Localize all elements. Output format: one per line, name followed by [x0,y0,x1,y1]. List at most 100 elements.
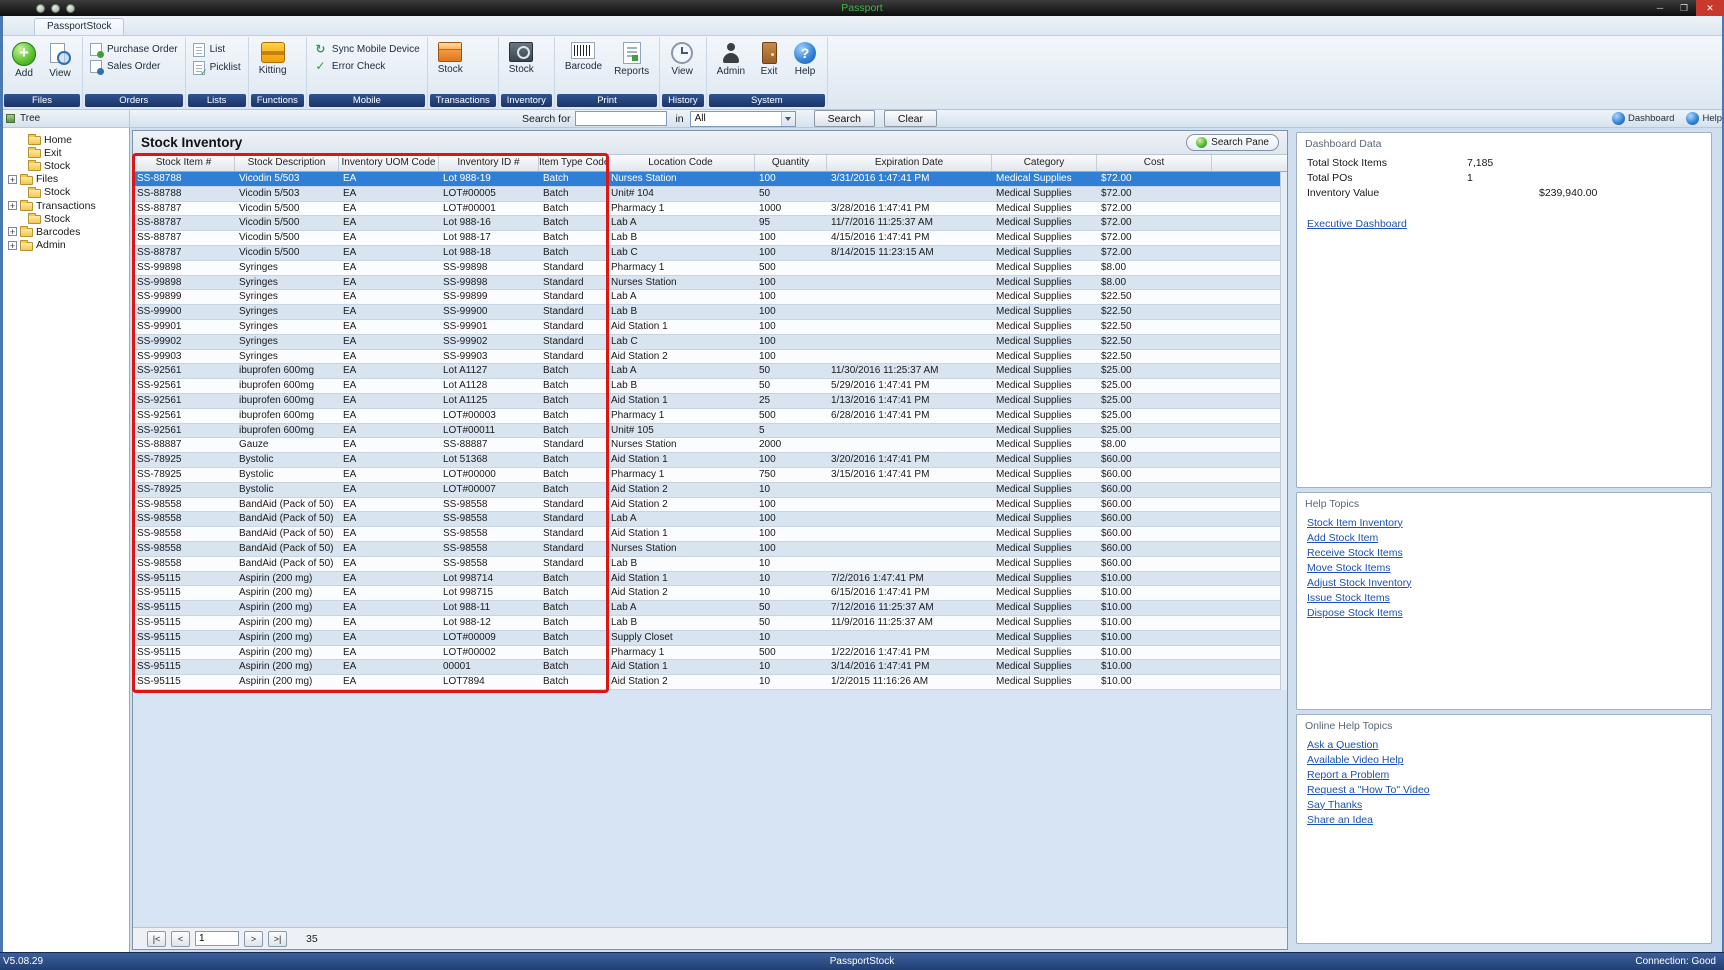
expand-icon[interactable] [8,175,17,184]
help-topic-link-adjust-stock-inventory[interactable]: Adjust Stock Inventory [1297,575,1711,590]
tree-item-stock[interactable]: Stock [0,159,129,172]
tree-item-admin[interactable]: Admin [0,239,129,252]
grid-row[interactable]: SS-92561ibuprofen 600mgEALot A1127BatchL… [133,364,1287,379]
search-input[interactable] [575,111,667,126]
grid-row[interactable]: SS-99898SyringesEASS-99898StandardPharma… [133,261,1287,276]
ribbon-button-reports[interactable]: Reports [609,39,654,78]
ribbon-button-kitting[interactable]: Kitting [254,39,292,77]
help-topic-link-receive-stock-items[interactable]: Receive Stock Items [1297,545,1711,560]
help-topic-link-issue-stock-items[interactable]: Issue Stock Items [1297,590,1711,605]
grid-row[interactable]: SS-78925BystolicEALOT#00000BatchPharmacy… [133,468,1287,483]
online-help-link-share-an-idea[interactable]: Share an Idea [1297,812,1711,827]
online-help-link-available-video-help[interactable]: Available Video Help [1297,752,1711,767]
ribbon-button-admin[interactable]: Admin [712,39,750,78]
ribbon-button-view[interactable]: View [665,39,699,78]
column-header-category[interactable]: Category [992,155,1097,171]
ribbon-button-barcode[interactable]: Barcode [560,39,607,73]
grid-row[interactable]: SS-95115Aspirin (200 mg)EALot 988-12Batc… [133,616,1287,631]
grid-row[interactable]: SS-88887GauzeEASS-88887StandardNurses St… [133,438,1287,453]
grid-row[interactable]: SS-88788Vicodin 5/503EALot 988-19BatchNu… [133,172,1287,187]
help-topic-link-move-stock-items[interactable]: Move Stock Items [1297,560,1711,575]
help-topic-link-stock-item-inventory[interactable]: Stock Item Inventory [1297,515,1711,530]
grid-row[interactable]: SS-95115Aspirin (200 mg)EA00001BatchAid … [133,660,1287,675]
grid-row[interactable]: SS-99900SyringesEASS-99900StandardLab B1… [133,305,1287,320]
tree-item-home[interactable]: Home [0,133,129,146]
grid-row[interactable]: SS-98558BandAid (Pack of 50)EASS-98558St… [133,542,1287,557]
first-page-button[interactable]: |< [147,931,166,947]
grid-row[interactable]: SS-99903SyringesEASS-99903StandardAid St… [133,350,1287,365]
ribbon-button-stock[interactable]: Stock [504,39,539,76]
ribbon-button-add[interactable]: Add [7,39,41,80]
grid-row[interactable]: SS-99899SyringesEASS-99899StandardLab A1… [133,290,1287,305]
column-header-stock-item[interactable]: Stock Item # [133,155,235,171]
grid-row[interactable]: SS-88787Vicodin 5/500EALot 988-16BatchLa… [133,216,1287,231]
grid-row[interactable]: SS-92561ibuprofen 600mgEALOT#00003BatchP… [133,409,1287,424]
grid-row[interactable]: SS-88787Vicodin 5/500EALOT#00001BatchPha… [133,202,1287,217]
next-page-button[interactable]: > [244,931,263,947]
page-number-input[interactable] [195,931,239,946]
column-header-item-type-code[interactable]: Item Type Code [539,155,607,171]
online-help-link-ask-a-question[interactable]: Ask a Question [1297,737,1711,752]
grid-row[interactable]: SS-95115Aspirin (200 mg)EALot 988-11Batc… [133,601,1287,616]
last-page-button[interactable]: >| [268,931,287,947]
ribbon-button-sales-order[interactable]: Sales Order [88,60,162,73]
expand-icon[interactable] [8,227,17,236]
tree-item-stock[interactable]: Stock [0,212,129,225]
grid-row[interactable]: SS-98558BandAid (Pack of 50)EASS-98558St… [133,512,1287,527]
tree-item-stock[interactable]: Stock [0,186,129,199]
grid-row[interactable]: SS-98558BandAid (Pack of 50)EASS-98558St… [133,527,1287,542]
ribbon-button-purchase-order[interactable]: Purchase Order [88,43,180,56]
tree-item-transactions[interactable]: Transactions [0,199,129,212]
dashboard-button[interactable]: Dashboard [1612,112,1674,125]
ribbon-button-exit[interactable]: Exit [752,39,786,78]
grid-row[interactable]: SS-92561ibuprofen 600mgEALOT#00011BatchU… [133,424,1287,439]
column-header-quantity[interactable]: Quantity [755,155,827,171]
tab-passportstock[interactable]: PassportStock [34,18,124,35]
ribbon-button-error-check[interactable]: Error Check [312,60,387,73]
grid-row[interactable]: SS-98558BandAid (Pack of 50)EASS-98558St… [133,557,1287,572]
online-help-link-request-a-how-to-video[interactable]: Request a "How To" Video [1297,782,1711,797]
column-header-inventory-uom-code[interactable]: Inventory UOM Code [339,155,439,171]
column-header-inventory-id[interactable]: Inventory ID # [439,155,539,171]
search-scope-dropdown[interactable]: All [690,111,796,127]
grid-scrollbar[interactable] [1280,172,1287,690]
grid-row[interactable]: SS-95115Aspirin (200 mg)EALot 998714Batc… [133,572,1287,587]
grid-row[interactable]: SS-95115Aspirin (200 mg)EALOT#00002Batch… [133,646,1287,661]
clear-button[interactable]: Clear [884,110,937,127]
grid-row[interactable]: SS-95115Aspirin (200 mg)EALOT#00009Batch… [133,631,1287,646]
help-button[interactable]: Help [1686,112,1722,125]
column-header-stock-description[interactable]: Stock Description [235,155,339,171]
column-header-expiration-date[interactable]: Expiration Date [827,155,992,171]
grid-row[interactable]: SS-95115Aspirin (200 mg)EALOT7894BatchAi… [133,675,1287,690]
grid-row[interactable]: SS-88787Vicodin 5/500EALot 988-17BatchLa… [133,231,1287,246]
grid-row[interactable]: SS-92561ibuprofen 600mgEALot A1125BatchA… [133,394,1287,409]
ribbon-button-picklist[interactable]: Picklist [191,61,243,75]
grid-row[interactable]: SS-95115Aspirin (200 mg)EALot 998715Batc… [133,586,1287,601]
maximize-icon[interactable] [1672,0,1696,16]
column-header-location-code[interactable]: Location Code [607,155,755,171]
help-topic-link-add-stock-item[interactable]: Add Stock Item [1297,530,1711,545]
help-topic-link-dispose-stock-items[interactable]: Dispose Stock Items [1297,605,1711,620]
previous-page-button[interactable]: < [171,931,190,947]
tree-item-files[interactable]: Files [0,173,129,186]
executive-dashboard-link[interactable]: Executive Dashboard [1297,216,1711,231]
online-help-link-say-thanks[interactable]: Say Thanks [1297,797,1711,812]
grid-row[interactable]: SS-99898SyringesEASS-99898StandardNurses… [133,276,1287,291]
grid-row[interactable]: SS-99902SyringesEASS-99902StandardLab C1… [133,335,1287,350]
online-help-link-report-a-problem[interactable]: Report a Problem [1297,767,1711,782]
grid-row[interactable]: SS-88788Vicodin 5/503EALOT#00005BatchUni… [133,187,1287,202]
tree-item-barcodes[interactable]: Barcodes [0,225,129,238]
ribbon-button-view[interactable]: View [43,39,77,80]
grid-row[interactable]: SS-78925BystolicEALot 51368BatchAid Stat… [133,453,1287,468]
search-button[interactable]: Search [814,110,875,127]
grid-row[interactable]: SS-88787Vicodin 5/500EALot 988-18BatchLa… [133,246,1287,261]
ribbon-button-sync-mobile-device[interactable]: Sync Mobile Device [312,43,422,56]
search-pane-button[interactable]: Search Pane [1186,134,1279,151]
ribbon-button-list[interactable]: List [191,43,228,57]
minimize-icon[interactable] [1648,0,1672,16]
expand-icon[interactable] [8,241,17,250]
expand-icon[interactable] [8,201,17,210]
grid-row[interactable]: SS-99901SyringesEASS-99901StandardAid St… [133,320,1287,335]
grid-row[interactable]: SS-78925BystolicEALOT#00007BatchAid Stat… [133,483,1287,498]
grid-row[interactable]: SS-92561ibuprofen 600mgEALot A1128BatchL… [133,379,1287,394]
